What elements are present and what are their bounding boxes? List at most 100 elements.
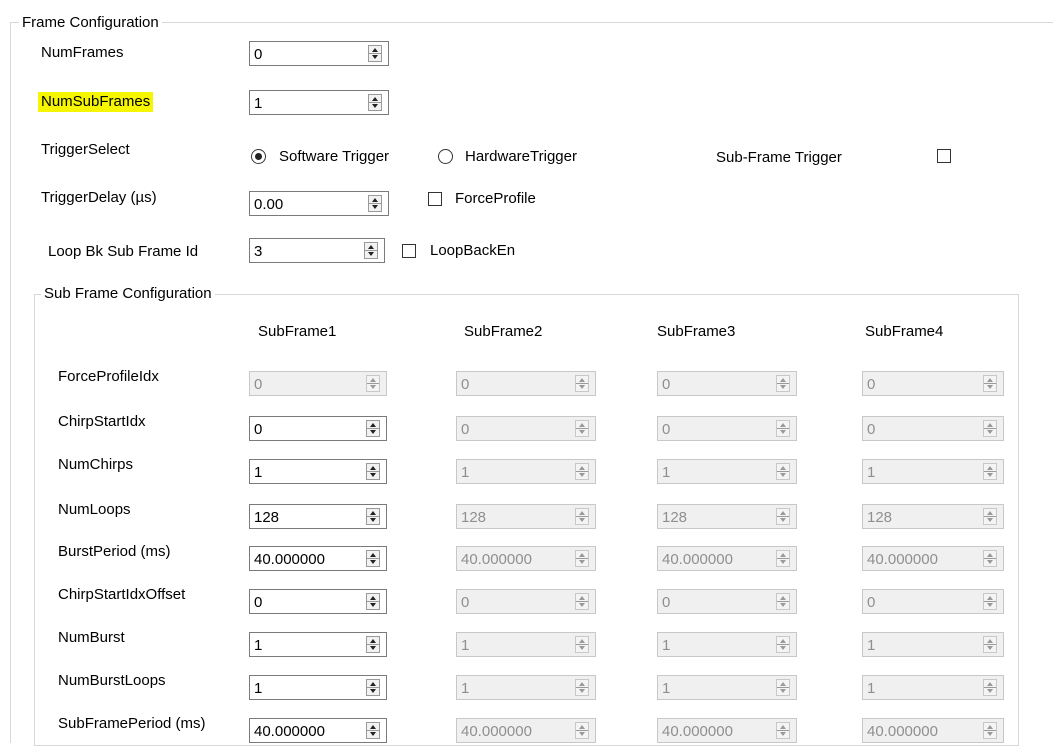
subframe4-spinner: 40.000000 bbox=[862, 718, 1004, 743]
spin-up-icon[interactable] bbox=[370, 423, 376, 427]
spin-down-icon bbox=[780, 646, 786, 650]
spin-down-icon[interactable] bbox=[370, 689, 376, 693]
spin-down-icon[interactable] bbox=[370, 560, 376, 564]
spin-down-icon[interactable] bbox=[370, 646, 376, 650]
num-frames-spinner[interactable]: 0 bbox=[249, 41, 389, 66]
subframe1-spinner[interactable]: 40.000000 bbox=[249, 718, 387, 743]
spin-down-icon[interactable] bbox=[370, 473, 376, 477]
spin-down-icon[interactable] bbox=[372, 104, 378, 108]
spinner-value: 0 bbox=[662, 421, 671, 438]
subframe3-spinner: 40.000000 bbox=[657, 718, 797, 743]
subframe1-spinner: 0 bbox=[249, 371, 387, 396]
hardware-trigger-label[interactable]: HardwareTrigger bbox=[465, 148, 577, 166]
spinner-buttons[interactable] bbox=[366, 550, 380, 567]
frame-configuration-title: Frame Configuration bbox=[19, 14, 162, 32]
spin-up-icon[interactable] bbox=[368, 245, 374, 249]
column-header-subframe4: SubFrame4 bbox=[865, 323, 944, 340]
num-frames-value[interactable]: 0 bbox=[254, 46, 262, 64]
subframe1-spinner[interactable]: 1 bbox=[249, 675, 387, 700]
spinner-buttons bbox=[983, 463, 997, 480]
spinner-buttons[interactable] bbox=[368, 45, 382, 62]
spinner-value[interactable]: 0 bbox=[254, 421, 262, 439]
subframe1-spinner[interactable]: 1 bbox=[249, 459, 387, 484]
loop-back-en-checkbox[interactable] bbox=[402, 244, 416, 258]
spin-down-icon[interactable] bbox=[370, 518, 376, 522]
spin-down-icon[interactable] bbox=[372, 55, 378, 59]
spinner-value: 40.000000 bbox=[867, 723, 938, 740]
software-trigger-radio[interactable] bbox=[251, 149, 266, 164]
spinner-buttons[interactable] bbox=[366, 463, 380, 480]
force-profile-label[interactable]: ForceProfile bbox=[455, 190, 536, 208]
spinner-buttons bbox=[575, 420, 589, 437]
subframe1-spinner[interactable]: 1 bbox=[249, 632, 387, 657]
spinner-value[interactable]: 0 bbox=[254, 594, 262, 612]
trigger-delay-value[interactable]: 0.00 bbox=[254, 196, 283, 214]
loop-bk-sub-frame-id-spinner[interactable]: 3 bbox=[249, 238, 385, 263]
num-subframes-spinner[interactable]: 1 bbox=[249, 90, 389, 115]
subframe1-spinner[interactable]: 0 bbox=[249, 416, 387, 441]
spinner-buttons[interactable] bbox=[366, 593, 380, 610]
spinner-buttons[interactable] bbox=[366, 722, 380, 739]
subframe1-spinner[interactable]: 0 bbox=[249, 589, 387, 614]
spin-up-icon bbox=[987, 423, 993, 427]
spin-up-icon[interactable] bbox=[370, 682, 376, 686]
spinner-value[interactable]: 40.000000 bbox=[254, 551, 325, 569]
spin-down-icon bbox=[780, 473, 786, 477]
spin-down-icon[interactable] bbox=[372, 205, 378, 209]
spin-up-icon[interactable] bbox=[370, 511, 376, 515]
subframe2-spinner: 0 bbox=[456, 589, 596, 614]
spinner-value[interactable]: 1 bbox=[254, 637, 262, 655]
spinner-value[interactable]: 1 bbox=[254, 464, 262, 482]
spin-down-icon[interactable] bbox=[370, 430, 376, 434]
loop-back-en-label[interactable]: LoopBackEn bbox=[430, 242, 515, 260]
spin-up-icon[interactable] bbox=[372, 198, 378, 202]
subframe4-spinner: 0 bbox=[862, 371, 1004, 396]
spinner-buttons[interactable] bbox=[366, 420, 380, 437]
spinner-buttons[interactable] bbox=[364, 242, 378, 259]
row-label: SubFramePeriod (ms) bbox=[58, 715, 206, 732]
spinner-buttons[interactable] bbox=[366, 636, 380, 653]
spin-down-icon[interactable] bbox=[368, 252, 374, 256]
row-label: ChirpStartIdx bbox=[58, 413, 146, 430]
force-profile-checkbox[interactable] bbox=[428, 192, 442, 206]
spin-up-icon[interactable] bbox=[372, 97, 378, 101]
spinner-value: 40.000000 bbox=[461, 723, 532, 740]
spin-down-icon[interactable] bbox=[370, 732, 376, 736]
subframe3-spinner: 1 bbox=[657, 675, 797, 700]
sub-frame-trigger-checkbox[interactable] bbox=[937, 149, 951, 163]
spinner-value[interactable]: 1 bbox=[254, 680, 262, 698]
spin-up-icon[interactable] bbox=[370, 639, 376, 643]
spinner-value: 1 bbox=[867, 680, 876, 697]
spin-up-icon[interactable] bbox=[372, 48, 378, 52]
spinner-buttons[interactable] bbox=[368, 195, 382, 212]
subframe1-spinner[interactable]: 128 bbox=[249, 504, 387, 529]
hardware-trigger-radio[interactable] bbox=[438, 149, 453, 164]
spinner-buttons[interactable] bbox=[366, 508, 380, 525]
spinner-value[interactable]: 128 bbox=[254, 509, 279, 527]
subframe3-spinner: 40.000000 bbox=[657, 546, 797, 571]
spin-up-icon bbox=[780, 682, 786, 686]
software-trigger-label[interactable]: Software Trigger bbox=[279, 148, 389, 166]
spin-up-icon[interactable] bbox=[370, 466, 376, 470]
num-subframes-value[interactable]: 1 bbox=[254, 95, 262, 113]
spin-down-icon[interactable] bbox=[370, 603, 376, 607]
spinner-buttons[interactable] bbox=[368, 94, 382, 111]
subframe3-spinner: 1 bbox=[657, 459, 797, 484]
spin-up-icon[interactable] bbox=[370, 553, 376, 557]
spin-up-icon[interactable] bbox=[370, 596, 376, 600]
trigger-select-label: TriggerSelect bbox=[41, 141, 130, 158]
spin-down-icon bbox=[987, 473, 993, 477]
spinner-value: 0 bbox=[867, 421, 876, 438]
spin-up-icon[interactable] bbox=[370, 725, 376, 729]
spinner-value: 0 bbox=[662, 376, 671, 393]
spinner-value[interactable]: 40.000000 bbox=[254, 723, 325, 741]
trigger-delay-spinner[interactable]: 0.00 bbox=[249, 191, 389, 216]
subframe4-spinner: 1 bbox=[862, 632, 1004, 657]
spinner-buttons[interactable] bbox=[366, 679, 380, 696]
spinner-buttons bbox=[983, 508, 997, 525]
subframe1-spinner[interactable]: 40.000000 bbox=[249, 546, 387, 571]
spin-down-icon bbox=[579, 560, 585, 564]
row-label: NumChirps bbox=[58, 456, 134, 473]
spin-down-icon bbox=[579, 430, 585, 434]
loop-bk-sub-frame-id-value[interactable]: 3 bbox=[254, 243, 262, 261]
